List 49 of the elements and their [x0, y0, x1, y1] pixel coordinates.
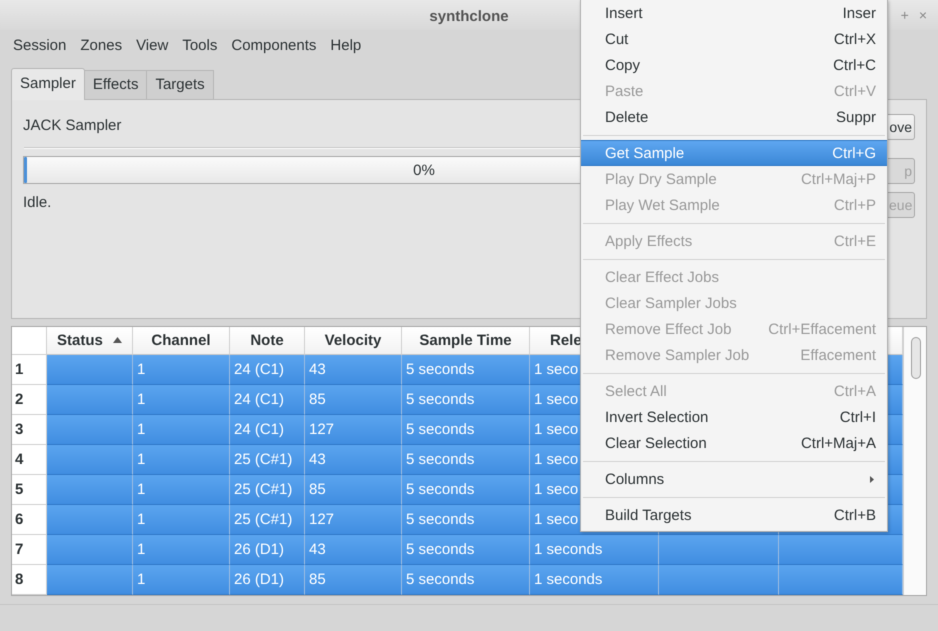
menu-item[interactable]: Zones [73, 36, 130, 54]
table-cell: 85 [305, 565, 402, 595]
shortcut-text: Ctrl+C [833, 56, 876, 74]
row-number: 3 [12, 415, 47, 445]
shortcut-text: Ctrl+A [834, 382, 876, 400]
column-header[interactable]: Channel [133, 327, 230, 355]
shortcut-text: Suppr [836, 108, 876, 126]
table-cell: 26 (D1) [230, 565, 305, 595]
shortcut-text: Ctrl+Effacement [768, 320, 876, 338]
row-number: 4 [12, 445, 47, 475]
row-number: 7 [12, 535, 47, 565]
shortcut-text: Ctrl+G [832, 144, 876, 162]
row-number: 6 [12, 505, 47, 535]
menu-item[interactable]: View [129, 36, 176, 54]
menu-item[interactable]: Insert Inser [581, 0, 887, 26]
tab[interactable]: Effects [84, 70, 148, 100]
column-header[interactable]: Sample Time [402, 327, 530, 355]
scrollbar[interactable] [903, 327, 926, 595]
menu-item[interactable]: Copy Ctrl+C [581, 52, 887, 78]
shortcut-text: Inser [842, 4, 876, 22]
shortcut-text: Ctrl+X [834, 30, 876, 48]
table-cell: 1 seconds [530, 565, 659, 595]
menu-item[interactable]: Cut Ctrl+X [581, 26, 887, 52]
shortcut-text: Ctrl+E [834, 232, 876, 250]
row-number: 8 [12, 565, 47, 595]
column-header[interactable]: Status [47, 327, 133, 355]
row-number: 2 [12, 385, 47, 415]
shortcut-text: Ctrl+V [834, 82, 876, 100]
shortcut-text: Ctrl+B [834, 506, 876, 524]
shortcut-text: Ctrl+P [834, 196, 876, 214]
tab[interactable]: Targets [146, 70, 214, 100]
tab[interactable]: Sampler [11, 68, 85, 100]
table-cell: 5 seconds [402, 565, 530, 595]
menu-item[interactable]: Tools [175, 36, 224, 54]
status-text: Idle. [23, 194, 52, 211]
submenu-arrow-icon [870, 476, 874, 482]
panel-title: JACK Sampler [23, 117, 122, 136]
scrollbar-thumb[interactable] [911, 337, 921, 379]
button[interactable]: ove [887, 114, 915, 140]
row-number: 1 [12, 355, 47, 385]
column-header[interactable]: Velocity [305, 327, 402, 355]
menu-item[interactable]: Components [224, 36, 324, 54]
window-title: synthclone [429, 6, 509, 24]
menu-item[interactable]: Session [6, 36, 74, 54]
menu-item[interactable]: Delete Suppr [581, 104, 887, 130]
menu-item[interactable]: Help [323, 36, 368, 54]
row-number: 5 [12, 475, 47, 505]
table-cell: 1 [133, 565, 230, 595]
column-header[interactable]: Note [230, 327, 305, 355]
